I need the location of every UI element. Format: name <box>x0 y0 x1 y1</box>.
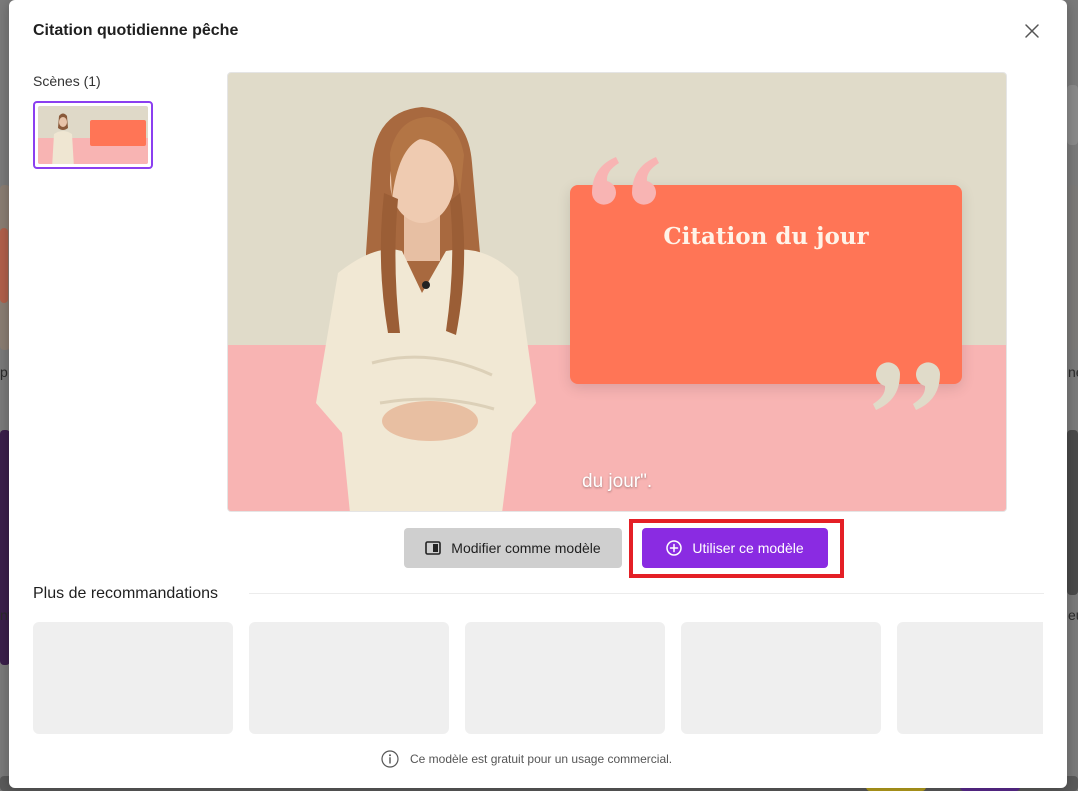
modify-as-template-button[interactable]: Modifier comme modèle <box>404 528 622 568</box>
recommendation-card[interactable] <box>33 622 233 734</box>
presenter-thumbnail-image <box>52 113 74 164</box>
quote-title: Citation du jour <box>663 223 869 250</box>
quote-box: Citation du jour <box>570 185 962 384</box>
scene-thumbnail[interactable] <box>33 101 153 169</box>
video-preview[interactable]: Citation du jour du jour". <box>227 72 1007 512</box>
modify-button-label: Modifier comme modèle <box>451 540 601 556</box>
presenter-image <box>316 107 536 511</box>
edit-template-icon <box>425 541 442 555</box>
preview-subtitle: du jour". <box>582 471 653 492</box>
use-button-label: Utiliser ce modèle <box>692 540 804 556</box>
close-icon <box>1025 24 1039 38</box>
scene-thumbnail-quote-box <box>90 120 146 146</box>
recommendation-card[interactable] <box>465 622 665 734</box>
info-icon <box>381 750 399 768</box>
license-note-text: Ce modèle est gratuit pour un usage comm… <box>410 752 673 766</box>
recommendation-card[interactable] <box>681 622 881 734</box>
recommendation-card[interactable] <box>897 622 1043 734</box>
add-circle-icon <box>666 540 683 556</box>
scene-thumbnail-image <box>38 106 148 164</box>
scenes-label: Scènes (1) <box>33 73 101 89</box>
use-template-button[interactable]: Utiliser ce modèle <box>642 528 828 568</box>
license-note: Ce modèle est gratuit pour un usage comm… <box>381 750 672 768</box>
recommendations-divider <box>249 593 1044 594</box>
close-button[interactable] <box>1021 20 1043 42</box>
template-modal: Citation quotidienne pêche Scènes (1) Ci… <box>9 0 1067 788</box>
modal-title: Citation quotidienne pêche <box>33 22 239 39</box>
quote-close-icon <box>873 362 940 410</box>
recommendation-card[interactable] <box>249 622 449 734</box>
recommendations-title: Plus de recommandations <box>33 585 218 602</box>
quote-open-icon <box>592 157 659 205</box>
